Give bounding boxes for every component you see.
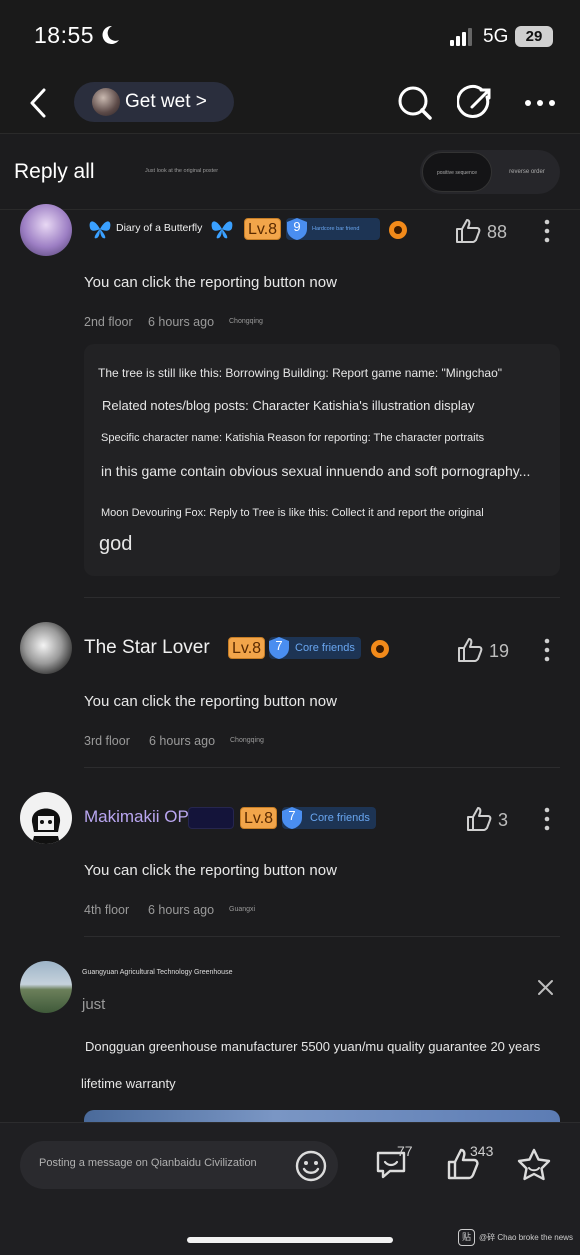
quote-line: Related notes/blog posts: Character Kati… [102,398,475,413]
floor-number: 2nd floor [84,315,133,329]
friend-label: Core friends [310,812,370,824]
post-time: 6 hours ago [149,734,216,748]
like-icon[interactable] [466,806,492,832]
avatar[interactable] [20,792,72,844]
signal-icon [450,28,472,46]
avatar-drawing [31,808,61,844]
friend-label: Core friends [295,642,355,654]
moon-icon [102,25,119,44]
sort-toggle: positive sequence reverse order [420,150,560,194]
emoji-icon[interactable] [294,1149,328,1183]
quote-line: Moon Devouring Fox: Reply to Tree is lik… [101,507,484,519]
level-badge: Lv.8 [228,637,266,659]
avatar[interactable] [20,622,72,674]
quote-line: god [99,533,133,555]
status-time: 18:55 [34,22,95,48]
more-options-icon[interactable] [544,807,550,831]
like-count: 88 [487,222,508,242]
star-icon[interactable] [516,1147,552,1181]
watermark: 贴 @碎 Chao broke the news [458,1229,573,1246]
location: Chongqing [229,318,263,325]
compose-placeholder: Posting a message on Qianbaidu Civilizat… [39,1157,257,1169]
forum-pill[interactable]: Get wet > [74,82,234,122]
more-icon[interactable] [524,99,556,107]
friend-level: 9 [293,219,301,234]
search-icon[interactable] [396,84,434,122]
ad-text: Dongguan greenhouse manufacturer 5500 yu… [85,1039,541,1054]
quote-line: Specific character name: Katishia Reason… [101,432,485,444]
divider [84,767,560,768]
back-icon[interactable] [22,86,56,120]
more-options-icon[interactable] [544,219,550,243]
comment-count: 77 [397,1143,413,1159]
like-count: 3 [498,810,509,830]
like-icon[interactable] [455,218,481,244]
ad-label: just [82,996,106,1013]
battery-icon: 29 [515,26,553,47]
quote-line: in this game contain obvious sexual innu… [101,463,531,479]
reply-all-title: Reply all [14,160,95,183]
quote-line: The tree is still like this: Borrowing B… [98,366,503,380]
sort-positive-button[interactable]: positive sequence [422,152,492,192]
comment-text: You can click the reporting button now [84,693,337,710]
friend-label: Hardcore bar friend [312,226,360,232]
comment-text: You can click the reporting button now [84,274,337,291]
quoted-replies[interactable]: The tree is still like this: Borrowing B… [84,344,560,576]
like-icon[interactable] [457,637,483,663]
edit-share-icon[interactable] [457,84,495,122]
like-count: 19 [489,641,510,661]
divider [84,936,560,937]
ad-advertiser-name[interactable]: Guangyuan Agricultural Technology Greenh… [82,969,232,976]
avatar[interactable] [20,204,72,256]
ad-text: lifetime warranty [81,1076,176,1091]
divider [84,597,560,598]
username[interactable]: The Star Lover [84,637,210,659]
floor-number: 3rd floor [84,734,130,748]
nav-bar: Get wet > [0,72,580,134]
game-badge-icon [389,221,407,239]
friend-level: 7 [275,638,283,653]
friend-level: 7 [288,808,296,823]
game-badge-icon [371,640,389,658]
watermark-badge: 贴 [458,1229,475,1246]
home-indicator[interactable] [187,1237,393,1243]
forum-title: Get wet > [125,91,207,112]
level-badge: Lv.8 [240,807,278,829]
post-time: 6 hours ago [148,315,215,329]
close-icon[interactable] [537,979,554,996]
location: Guangxi [229,906,256,913]
more-options-icon[interactable] [544,638,550,662]
op-badge [188,807,234,829]
ad-avatar[interactable] [20,961,72,1013]
butterfly-icon [89,221,111,239]
username-op[interactable]: Makimakii OP [84,807,189,827]
forum-avatar [92,88,120,116]
location: Chongqing [230,737,264,744]
watermark-text: @碎 Chao broke the news [479,1233,573,1242]
like-total: 343 [470,1143,494,1159]
butterfly-icon [211,221,233,239]
bottom-bar: Posting a message on Qianbaidu Civilizat… [0,1122,580,1255]
username[interactable]: Diary of a Butterfly [116,222,202,234]
post-time: 6 hours ago [148,903,215,917]
network-type: 5G [483,26,509,47]
op-only-toggle[interactable]: Just look at the original poster [145,168,218,174]
comment-text: You can click the reporting button now [84,862,337,879]
floor-number: 4th floor [84,903,130,917]
status-bar: 18:55 5G 29 [0,0,580,72]
compose-input[interactable]: Posting a message on Qianbaidu Civilizat… [20,1141,338,1189]
sort-reverse-button[interactable]: reverse order [498,152,556,192]
level-badge: Lv.8 [244,218,282,240]
reply-header: Reply all Just look at the original post… [0,134,580,210]
